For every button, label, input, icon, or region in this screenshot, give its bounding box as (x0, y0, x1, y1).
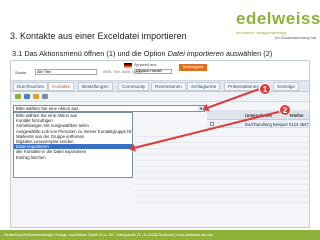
action-menu-select[interactable]: Bitte wählen Sie eine Aktion aus (13, 105, 205, 112)
logo-subline: Im Zusammenhang mit (275, 35, 316, 40)
tab-durchsuchen[interactable]: Durchsuchen (13, 82, 49, 91)
instruction-option-name: Datei importieren (167, 49, 224, 58)
table-cell: 0123 4567 (289, 122, 309, 127)
app-screenshot: Suche Alle Titel ISBN, Titel, Autor, Ver… (10, 60, 310, 228)
menu-option[interactable]: Eintrag löschen (14, 155, 132, 160)
german-flag-icon (124, 63, 132, 68)
tab-community[interactable]: Community (118, 82, 150, 91)
tab-rezensionen[interactable]: Rezensionen (151, 82, 186, 91)
mail-icon[interactable] (42, 94, 48, 99)
language-select[interactable]: Deutsch-Handel (134, 69, 172, 74)
person-icon[interactable] (24, 94, 30, 99)
edelweiss-logo: edelweiss innovative Verlagsmarketing Im… (236, 9, 320, 40)
tab-bestellungen[interactable]: Bestellungen (78, 82, 113, 91)
step-instruction: 3.1 Das Aktionsmenü öffnen (1) und die O… (12, 49, 272, 58)
logo-wordmark: edelweiss (236, 9, 320, 28)
tab-kontakte[interactable]: Kontakte (48, 82, 75, 91)
search-label: Suche (15, 70, 27, 75)
table-cell: Buchhandlung Beispiel (245, 122, 288, 127)
booking-type-button[interactable]: Buchungsart (179, 64, 207, 71)
page-footer: Herstellung Wettbewerbsfähiger Verlage- … (0, 230, 320, 240)
app-topbar: Suche Alle Titel ISBN, Titel, Autor, Ver… (11, 61, 309, 81)
search-input[interactable]: Alle Titel (35, 69, 97, 75)
instruction-text-end: auswählen (2) (223, 49, 273, 58)
section-heading: 3. Kontakte aus einer Exceldatei importi… (10, 31, 187, 41)
tab-schlagworte[interactable]: Schlagworte (187, 82, 221, 91)
language-label: Sprache/Land (134, 63, 157, 67)
star-icon[interactable] (33, 94, 39, 99)
folder-icon[interactable] (15, 94, 21, 99)
column-header[interactable]: Telefon (289, 113, 304, 118)
row-checkbox[interactable] (210, 122, 214, 126)
callout-badge-2: 2 (279, 104, 291, 116)
instruction-text: 3.1 Das Aktionsmenü öffnen (1) und die O… (12, 49, 168, 58)
menu-option[interactable]: Ausgewählte Lob von Personen zu meiner K… (14, 129, 132, 134)
callout-badge-1: 1 (259, 83, 271, 95)
tab-sonstige[interactable]: Sonstige (273, 82, 299, 91)
action-menu-list: Bitte wählen Sie eine Aktion aus Kontakt… (13, 112, 133, 178)
